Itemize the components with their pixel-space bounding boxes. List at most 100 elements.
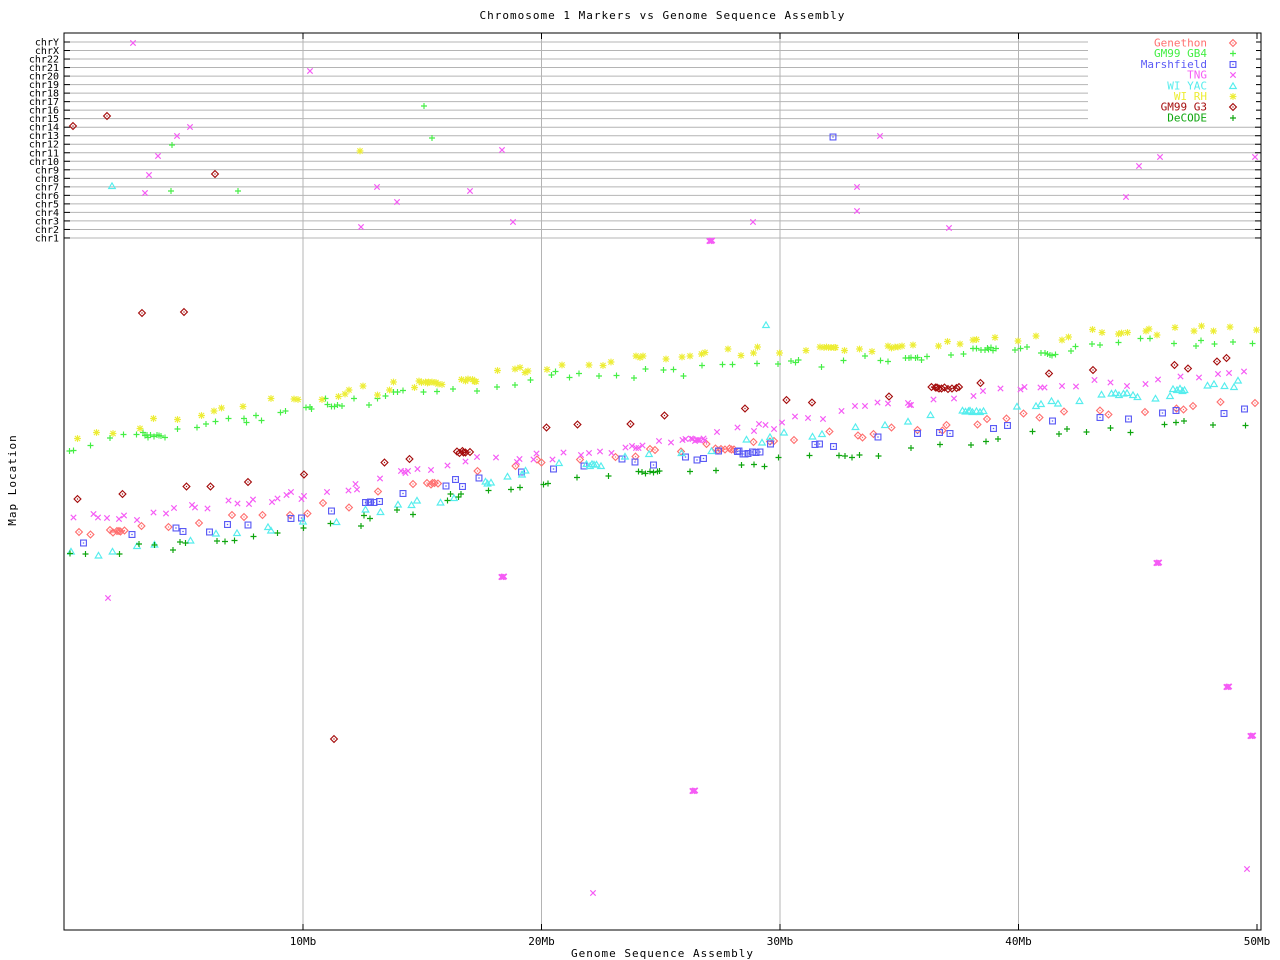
marker [809,433,816,439]
marker [110,430,117,437]
marker [328,521,334,527]
marker [410,512,416,518]
marker [165,524,172,531]
marker [943,422,950,429]
marker [138,523,145,530]
marker [71,515,76,520]
marker [225,522,231,528]
marker [826,428,833,435]
marker [948,352,954,358]
marker [1157,154,1162,159]
marker [1033,333,1040,340]
marker [776,455,782,461]
marker [1012,347,1018,353]
marker [71,448,77,454]
marker [788,358,794,364]
marker [250,497,255,502]
marker [81,540,87,546]
marker [1143,381,1148,386]
marker [679,354,686,361]
marker [1097,342,1103,348]
marker [177,539,183,545]
marker [121,432,127,438]
marker [269,499,274,504]
marker [329,508,335,514]
plot-border [64,33,1261,930]
marker [842,453,848,459]
marker [146,172,151,177]
marker [984,416,991,423]
marker [1128,430,1134,436]
marker [973,336,980,343]
marker [1160,410,1166,416]
marker [1193,343,1199,349]
marker [751,428,756,433]
marker [351,396,357,402]
marker [1038,401,1045,407]
marker [474,468,481,475]
marker [486,488,492,494]
marker [1076,398,1083,404]
marker [194,425,200,431]
marker [878,358,884,364]
marker [1173,420,1179,426]
marker [1108,380,1113,385]
marker [332,404,338,410]
marker [234,530,241,536]
marker [1252,400,1259,407]
marker [1068,348,1074,354]
marker [606,473,612,479]
marker [121,513,126,518]
marker [377,509,384,515]
marker [1124,383,1129,388]
marker [275,530,281,536]
marker [1230,93,1237,100]
marker [400,491,406,497]
marker [74,435,81,442]
y-axis-title: Map Location [6,420,20,540]
marker [1116,340,1122,346]
marker [1242,406,1248,412]
marker [76,529,83,536]
marker [168,188,174,194]
marker [488,479,495,485]
marker [494,384,500,390]
marker [339,403,345,409]
marker [1180,406,1187,413]
marker [556,460,563,466]
marker [107,435,113,441]
marker [977,380,984,387]
marker [284,492,289,497]
marker [180,529,186,535]
marker [992,334,999,341]
marker [663,356,670,363]
marker [640,353,647,360]
marker [735,425,740,430]
marker [169,142,175,148]
marker [259,418,265,424]
marker [762,464,768,470]
marker [377,476,382,481]
marker [410,481,417,488]
marker [980,388,985,393]
marker [320,500,327,507]
marker [1126,416,1132,422]
marker [445,498,451,504]
marker [395,501,402,507]
marker [763,322,770,328]
marker [451,495,458,501]
marker [1244,866,1249,871]
marker [807,453,813,459]
marker [567,375,573,381]
marker [771,426,776,431]
marker [819,431,826,437]
marker [405,468,410,473]
marker [995,436,1001,442]
marker [574,475,580,481]
marker [1048,398,1055,404]
marker [383,393,389,399]
marker [346,387,353,394]
marker [1089,341,1095,347]
marker [1252,154,1257,159]
marker [445,463,450,468]
